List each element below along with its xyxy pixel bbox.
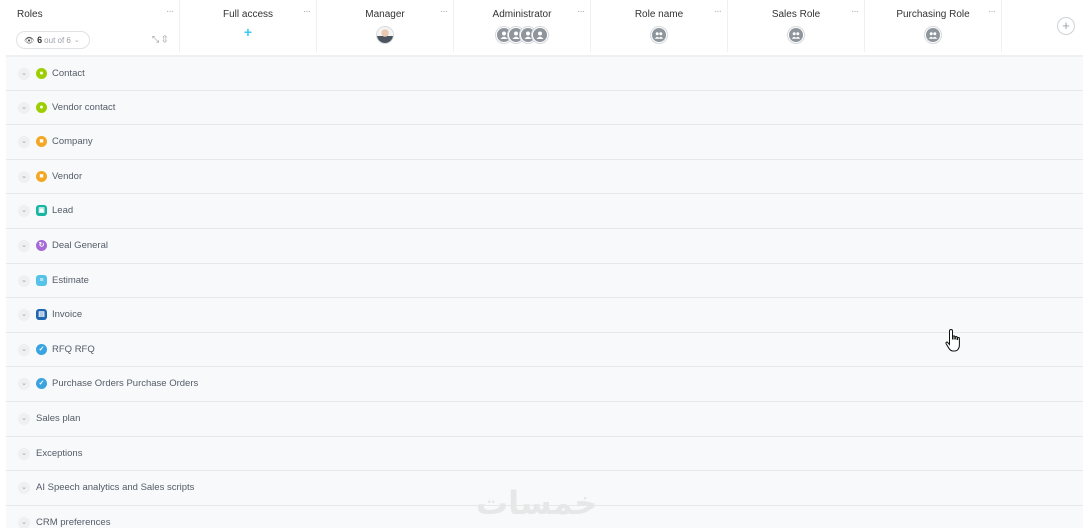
column-role-name: Role name ··· [591,0,728,52]
table-row[interactable]: ⌄ ↻ Deal General [6,228,1083,264]
column-title: Role name [634,9,684,20]
chevron-down-icon[interactable]: ⌄ [18,343,30,356]
table-row[interactable]: ⌄ ● Contact [6,56,1083,91]
check-circle-icon: ✓ [36,343,47,355]
contact-icon: ● [36,68,47,79]
user-photo-icon [377,27,393,43]
more-icon[interactable]: ··· [714,6,722,17]
add-member-icon[interactable]: + [241,25,255,40]
column-title: Sales Role [771,9,821,20]
row-label: RFQ RFQ [52,343,95,355]
row-label: Lead [52,205,74,217]
table-row[interactable]: ⌄ ■ Vendor [6,159,1083,195]
chevron-down-icon[interactable]: ⌄ [18,101,30,114]
row-label: Contact [52,68,85,79]
table-row[interactable]: ⌄ ● Vendor contact [6,90,1083,126]
user-icon [533,28,547,42]
visible-count-selector[interactable]: 👁 6 out of 6 ⌄ [16,31,90,49]
column-manager: Manager ··· [317,0,454,52]
more-icon[interactable]: ··· [440,6,448,17]
chevron-down-icon[interactable]: ⌄ [18,68,30,80]
column-full-access: Full access ··· + [180,0,317,52]
contact-icon: ● [36,101,47,113]
avatar [531,26,549,44]
company-icon: ■ [36,170,47,182]
user-group-icon [926,28,940,42]
column-title: Full access [222,9,273,20]
row-label: Purchase Orders Purchase Orders [52,378,199,390]
invoice-icon: ▤ [36,309,47,321]
avatar[interactable] [376,26,394,44]
permissions-table: Roles ··· 👁 6 out of 6 ⌄ ⤡⇕ Full access … [6,0,1083,528]
column-title: Administrator [492,9,552,20]
table-row[interactable]: ⌄ Exceptions [6,436,1083,472]
company-icon: ■ [36,136,47,148]
row-label: Exceptions [36,447,83,459]
column-administrator: Administrator ··· [454,0,591,52]
avatar[interactable] [787,26,805,44]
row-label: Estimate [52,274,89,286]
chevron-down-icon[interactable]: ⌄ [18,482,30,495]
table-row[interactable]: ⌄ ✓ Purchase Orders Purchase Orders [6,367,1083,402]
table-row[interactable]: ⌄ ✓ RFQ RFQ [6,332,1083,368]
lead-icon: ▣ [36,205,47,217]
table-row[interactable]: ⌄ ▤ Invoice [6,298,1083,333]
eye-icon: 👁 [24,35,35,45]
table-row[interactable]: ⌄ ≡ Estimate [6,263,1083,299]
chevron-down-icon[interactable]: ⌄ [18,274,30,287]
chevron-down-icon[interactable]: ⌄ [18,447,30,460]
table-header: Roles ··· 👁 6 out of 6 ⌄ ⤡⇕ Full access … [6,0,1083,56]
table-row[interactable]: ⌄ Sales plan [6,401,1083,437]
table-row[interactable]: ⌄ ■ Company [6,125,1083,160]
user-group-icon [652,28,666,42]
chevron-down-icon[interactable]: ⌄ [18,412,30,425]
add-role-button[interactable]: + [1057,17,1075,35]
chevron-down-icon[interactable]: ⌄ [18,309,30,322]
column-title: Manager [365,9,405,20]
avatar[interactable] [650,26,668,44]
row-label: AI Speech analytics and Sales scripts [36,482,195,494]
estimate-icon: ≡ [36,274,47,286]
more-icon[interactable]: ··· [577,6,585,17]
hand-cursor-icon [945,328,960,352]
chevron-down-icon[interactable]: ⌄ [18,516,30,528]
chevron-down-icon[interactable]: ⌄ [18,205,30,218]
member-stack[interactable] [495,26,549,44]
row-label: Vendor contact [52,101,116,113]
column-purchasing-role: Purchasing Role ··· [865,0,1002,52]
permission-rows: ⌄ ● Contact ⌄ ● Vendor contact ⌄ ■ Company ⌄ ■ Vend… [6,56,1083,528]
roles-title: Roles [17,9,43,20]
chevron-down-icon[interactable]: ⌄ [18,378,30,391]
column-sales-role: Sales Role ··· [728,0,865,52]
table-row[interactable]: ⌄ ▣ Lead [6,194,1083,229]
row-label: Invoice [52,309,83,321]
total-count: out of 6 [44,35,71,45]
chevron-down-icon[interactable]: ⌄ [18,239,30,252]
more-icon[interactable]: ··· [303,6,311,17]
roles-column-header: Roles ··· 👁 6 out of 6 ⌄ ⤡⇕ [6,0,180,52]
visible-count: 6 [37,35,43,45]
check-circle-icon: ✓ [36,378,47,390]
column-title: Purchasing Role [896,9,970,20]
row-label: Company [52,136,93,148]
more-icon[interactable]: ··· [988,6,996,17]
avatar[interactable] [924,26,942,44]
user-group-icon [789,28,803,42]
row-label: CRM preferences [36,516,111,528]
chevron-down-icon: ⌄ [73,37,80,44]
chevron-down-icon[interactable]: ⌄ [18,136,30,149]
more-icon[interactable]: ··· [166,6,174,17]
watermark: خمسات [476,484,598,522]
row-label: Deal General [52,239,108,251]
chevron-down-icon[interactable]: ⌄ [18,170,30,183]
row-label: Sales plan [36,412,81,424]
more-icon[interactable]: ··· [851,6,859,17]
deal-icon: ↻ [36,239,47,251]
collapse-expand-icon[interactable]: ⤡⇕ [152,34,170,45]
row-label: Vendor [52,170,83,182]
